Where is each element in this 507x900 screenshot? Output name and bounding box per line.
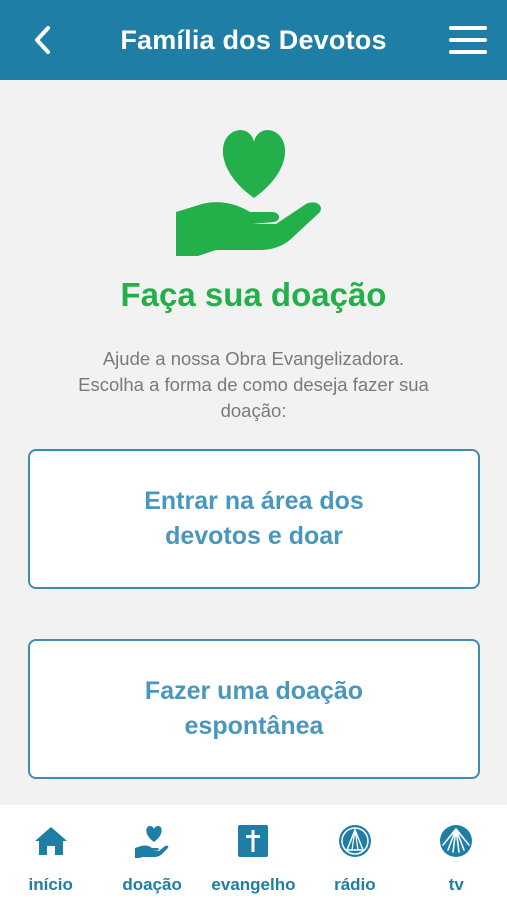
nav-label: início — [28, 875, 73, 894]
nav-item-doacao[interactable]: doação — [101, 805, 202, 900]
nav-item-inicio[interactable]: início — [0, 805, 101, 900]
page-title: Família dos Devotos — [120, 24, 387, 55]
nav-label: doação — [122, 875, 182, 894]
hamburger-menu-button[interactable] — [449, 24, 487, 56]
bottom-navigation: início doação evangelho rádio tv — [0, 805, 507, 900]
main-content: Faça sua doação Ajude a nossa Obra Evang… — [0, 80, 507, 805]
nav-label: rádio — [334, 875, 376, 894]
menu-line — [449, 50, 487, 54]
menu-line — [449, 26, 487, 30]
nav-item-tv[interactable]: tv — [406, 805, 507, 900]
nav-item-radio[interactable]: rádio — [304, 805, 405, 900]
spontaneous-donation-button[interactable]: Fazer uma doação espontânea — [28, 639, 480, 779]
donation-intro-text: Ajude a nossa Obra Evangelizadora. Escol… — [78, 348, 429, 421]
heart-hand-icon — [132, 821, 172, 861]
nav-label: tv — [448, 875, 464, 894]
app-header: Família dos Devotos — [0, 0, 507, 80]
devotee-area-donate-button[interactable]: Entrar na área dos devotos e doar — [28, 449, 480, 589]
home-icon — [31, 821, 71, 861]
tv-logo-icon — [436, 821, 476, 861]
heart-in-hand-icon — [176, 130, 321, 256]
menu-line — [449, 38, 487, 42]
back-button[interactable] — [26, 22, 58, 58]
nav-label: evangelho — [211, 875, 296, 894]
bible-icon — [233, 821, 273, 861]
nav-item-evangelho[interactable]: evangelho — [203, 805, 304, 900]
donation-heading: Faça sua doação — [120, 276, 387, 313]
chevron-left-icon — [35, 26, 50, 54]
radio-logo-icon — [335, 821, 375, 861]
